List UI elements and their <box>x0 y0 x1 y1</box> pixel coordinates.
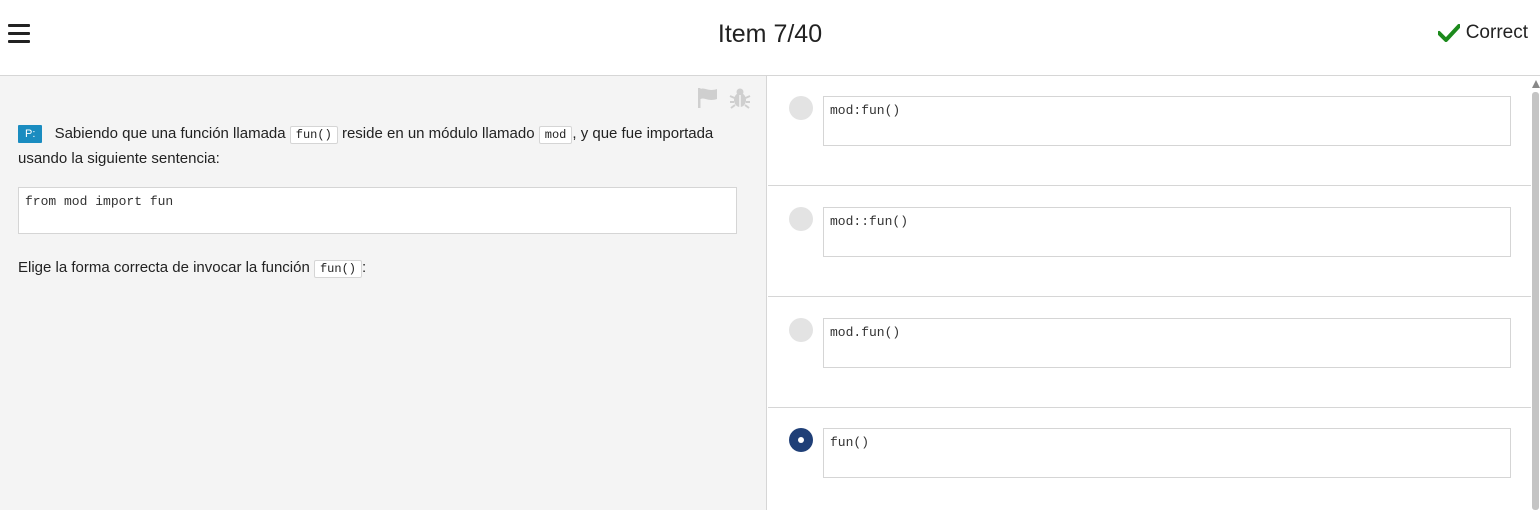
scroll-thumb[interactable] <box>1532 92 1539 510</box>
scrollbar[interactable] <box>1531 76 1540 510</box>
option-code: mod:fun() <box>823 96 1511 146</box>
radio-button[interactable] <box>789 207 813 231</box>
radio-button[interactable] <box>789 318 813 342</box>
flag-icon[interactable] <box>696 86 720 110</box>
question-tag: P: <box>18 125 43 143</box>
scroll-up-arrow-icon[interactable] <box>1532 80 1540 88</box>
prompt-end: : <box>362 259 367 276</box>
page-title: Item 7/40 <box>717 20 823 48</box>
question-tools <box>696 86 752 110</box>
question-panel: P: Sabiendo que una función llamada fun(… <box>0 76 767 510</box>
option-code: fun() <box>823 428 1511 478</box>
question-text-part: reside en un módulo llamado <box>341 125 535 142</box>
option-code: mod::fun() <box>823 207 1511 257</box>
inline-code: mod <box>538 126 573 144</box>
inline-code: fun() <box>289 126 338 144</box>
option-code: mod.fun() <box>823 318 1511 368</box>
code-block: from mod import fun <box>18 187 737 234</box>
prompt-text: Elige la forma correcta de invocar la fu… <box>18 259 310 276</box>
answer-option[interactable]: mod::fun() <box>768 187 1531 297</box>
answer-option[interactable]: mod.fun() <box>768 298 1531 408</box>
status-indicator: Correct <box>1437 22 1528 44</box>
bug-report-icon[interactable] <box>728 86 752 110</box>
top-bar: Item 7/40 Correct <box>0 0 1540 76</box>
answer-panel: mod:fun() mod::fun() mod.fun() fun() <box>768 76 1531 510</box>
question-prompt: Elige la forma correcta de invocar la fu… <box>18 256 366 281</box>
question-text-part: Sabiendo que una función llamada <box>54 125 286 142</box>
answer-option[interactable]: fun() <box>768 408 1531 510</box>
answer-option[interactable]: mod:fun() <box>768 76 1531 186</box>
checkmark-icon <box>1437 24 1460 42</box>
radio-button[interactable] <box>789 96 813 120</box>
inline-code: fun() <box>313 260 362 278</box>
status-label: Correct <box>1465 22 1528 43</box>
radio-button-selected[interactable] <box>789 428 813 452</box>
question-text: P: Sabiendo que una función llamada fun(… <box>18 122 728 171</box>
